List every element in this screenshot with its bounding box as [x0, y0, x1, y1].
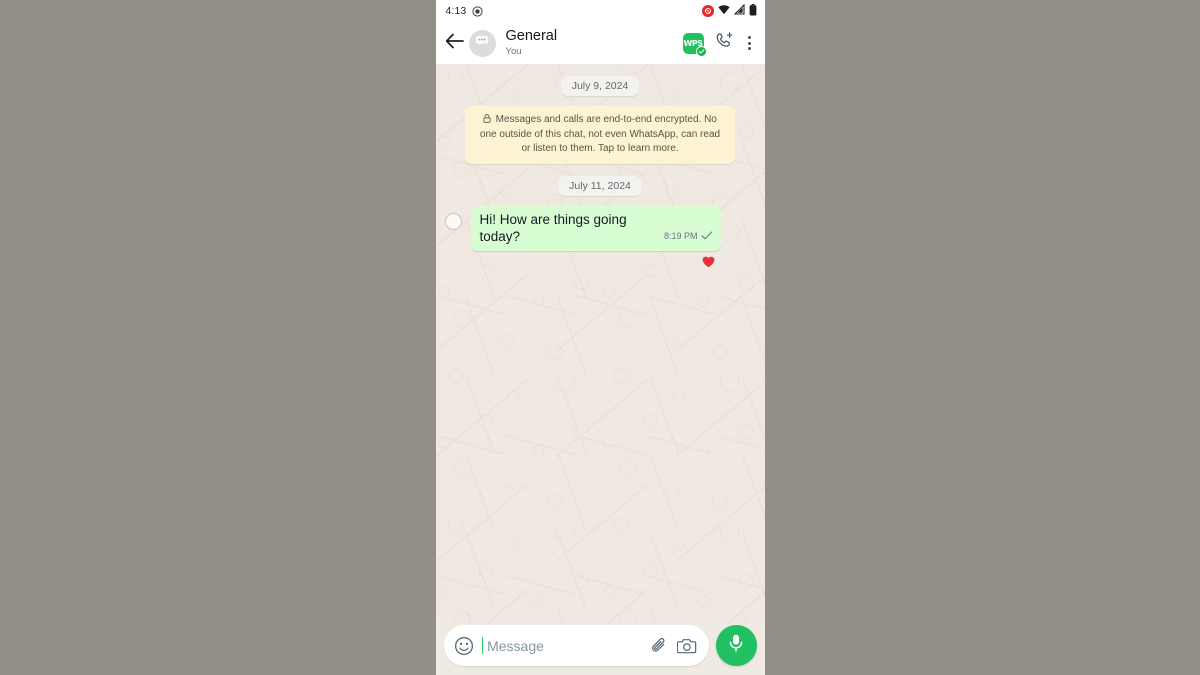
date-chip: July 9, 2024: [560, 76, 640, 96]
message-input-pill[interactable]: Message: [443, 625, 709, 666]
chat-title-block[interactable]: General You: [506, 28, 683, 58]
verified-check-icon: [695, 45, 707, 57]
message-list: July 9, 2024 Messages and calls are end-…: [436, 64, 765, 274]
back-button[interactable]: [444, 33, 466, 54]
microphone-icon: [727, 633, 745, 658]
avatar[interactable]: [468, 29, 496, 57]
add-call-button[interactable]: [715, 31, 734, 55]
chat-subtitle: You: [505, 45, 522, 57]
overflow-menu-icon: [747, 47, 751, 50]
single-check-icon: [700, 227, 713, 245]
voice-message-button[interactable]: [715, 625, 757, 666]
message-meta: 8:19 PM: [664, 227, 713, 246]
message-timestamp: 8:19 PM: [663, 230, 698, 241]
battery-icon: [749, 3, 757, 19]
add-call-icon: [715, 32, 734, 54]
encryption-notice[interactable]: Messages and calls are end-to-end encryp…: [445, 106, 756, 164]
screen-record-icon: [472, 5, 483, 17]
message-bubble-wrapper: Hi! How are things going today? 8:19 PM: [470, 205, 721, 270]
emoji-icon[interactable]: [454, 636, 474, 656]
phone-screen: 4:13 General You WPS July 9, 2024 Messag…: [435, 0, 765, 675]
message-input-placeholder[interactable]: Message: [487, 638, 641, 654]
status-bar: 4:13: [435, 0, 765, 22]
header-actions: WPS: [682, 31, 756, 57]
lock-icon: [483, 114, 494, 124]
date-chip: July 11, 2024: [558, 175, 642, 196]
camera-icon[interactable]: [676, 637, 697, 655]
date-divider: July 11, 2024: [445, 175, 756, 196]
page-title: General: [505, 28, 558, 45]
overflow-menu-icon: [747, 41, 751, 45]
wifi-icon: [717, 4, 730, 18]
message-row[interactable]: Hi! How are things going today? 8:19 PM: [444, 205, 756, 270]
overflow-menu-icon: [747, 36, 751, 39]
message-reaction-row[interactable]: [471, 256, 721, 270]
date-divider: July 9, 2024: [445, 76, 756, 96]
encryption-notice-bubble[interactable]: Messages and calls are end-to-end encryp…: [465, 106, 735, 164]
heart-reaction-icon[interactable]: [702, 256, 715, 270]
back-arrow-icon: [445, 33, 464, 54]
outgoing-message-bubble[interactable]: Hi! How are things going today? 8:19 PM: [470, 205, 721, 251]
chat-body: July 9, 2024 Messages and calls are end-…: [435, 64, 765, 623]
encryption-notice-text: Messages and calls are end-to-end encryp…: [479, 114, 721, 154]
message-composer: Message: [436, 623, 765, 675]
paperclip-icon[interactable]: [650, 636, 669, 655]
wps-app-badge-icon[interactable]: WPS: [682, 32, 707, 57]
chat-header: General You WPS: [435, 22, 765, 64]
message-text: Hi! How are things going today?: [479, 211, 627, 245]
overflow-menu-button[interactable]: [745, 34, 754, 52]
cellular-signal-icon: [733, 3, 745, 18]
status-bar-time: 4:13: [445, 5, 467, 17]
message-select-checkbox[interactable]: [444, 212, 462, 230]
status-bar-icons: [701, 3, 757, 19]
notification-badge-icon: [701, 5, 714, 17]
text-cursor: [481, 637, 484, 654]
group-chat-avatar-icon: [474, 33, 490, 54]
